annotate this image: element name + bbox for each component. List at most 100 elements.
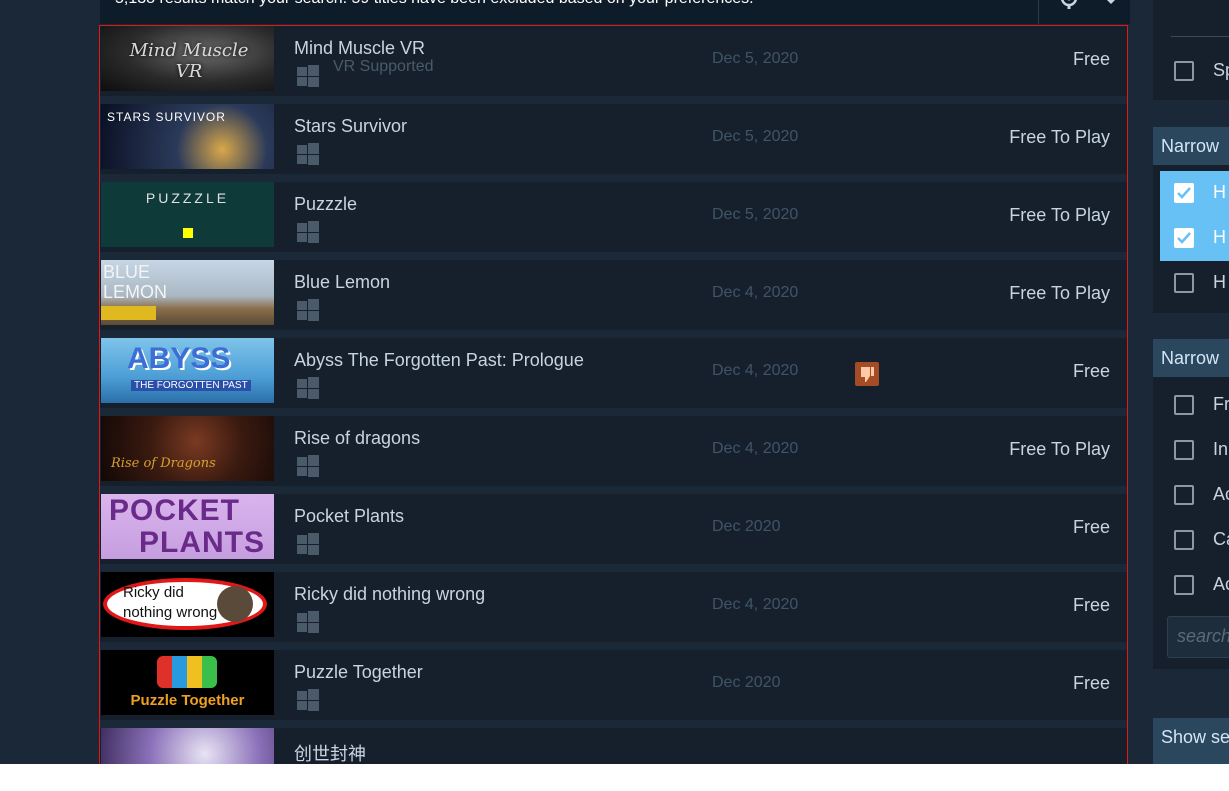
search-result-row[interactable]: Ricky did nothing wrong Ricky did nothin… <box>100 572 1128 642</box>
chevron-down-icon <box>1107 0 1115 4</box>
game-title: Rise of dragons <box>294 428 421 448</box>
game-capsule-image: STARS SURVIVOR <box>101 104 274 169</box>
filter-option-label: Sp <box>1213 60 1229 80</box>
checkbox[interactable] <box>1174 485 1194 505</box>
checkbox-checked[interactable] <box>1174 228 1194 248</box>
filter-option-label: Fr <box>1213 394 1229 414</box>
release-date: Dec 5, 2020 <box>712 128 799 145</box>
filter-option-label: In <box>1213 439 1229 459</box>
search-result-row[interactable]: 创世封神 <box>100 728 1128 764</box>
price: Free <box>1072 517 1110 537</box>
game-capsule-image: Ricky did nothing wrong <box>101 572 274 637</box>
price: Free To Play <box>1009 283 1110 303</box>
search-placeholder: search <box>1177 626 1229 646</box>
filter-option-label: H <box>1213 272 1226 292</box>
release-date: Dec 2020 <box>712 518 781 535</box>
search-summary-bar: 5,138 results match your search. 59 titl… <box>100 0 1130 24</box>
checkbox-checked[interactable] <box>1174 183 1194 203</box>
checkbox[interactable] <box>1174 530 1194 550</box>
checkbox[interactable] <box>1174 395 1194 415</box>
price: Free To Play <box>1009 439 1110 459</box>
narrow-section-header[interactable]: Narrow <box>1153 339 1229 377</box>
price: Free To Play <box>1009 127 1110 147</box>
search-result-count: 5,138 results match your search. 59 titl… <box>115 0 754 8</box>
narrow-header-label: Narrow <box>1161 136 1220 156</box>
search-result-row[interactable]: Rise of Dragons Rise of dragons Dec 4, 2… <box>100 416 1128 486</box>
game-title: Puzzzle <box>294 194 358 214</box>
game-title: Ricky did nothing wrong <box>294 584 486 604</box>
vr-supported-label: VR Supported <box>333 58 434 75</box>
capsule-logo: Ricky did <box>123 584 184 601</box>
game-capsule-image: PUZZZLE <box>101 182 274 247</box>
filter-option-label: H <box>1213 182 1226 202</box>
yellow-block <box>183 228 193 238</box>
game-capsule-image: Puzzle Together <box>101 650 274 715</box>
game-capsule-image: Rise of Dragons <box>101 416 274 481</box>
windows-icon <box>297 377 319 399</box>
capsule-logo: Puzzle Together <box>130 692 245 709</box>
capsule-bus <box>101 306 156 320</box>
show-section-header[interactable]: Show se <box>1153 718 1229 764</box>
checkbox[interactable] <box>1174 440 1194 460</box>
game-title: Abyss The Forgotten Past: Prologue <box>294 350 584 370</box>
filter-option-label: H <box>1213 227 1226 247</box>
narrow-header-label: Narrow <box>1161 348 1220 368</box>
thumbs-down-icon <box>861 367 874 382</box>
store-search-viewport: 5,138 results match your search. 59 titl… <box>0 0 1229 764</box>
windows-icon <box>297 689 319 711</box>
show-section-label: Show se <box>1161 727 1229 747</box>
checkbox[interactable] <box>1174 273 1194 293</box>
search-result-row[interactable]: ABYSS THE FORGOTTEN PAST Abyss The Forgo… <box>100 338 1128 408</box>
capsule-puzzle-pieces <box>157 656 217 688</box>
release-date: Dec 5, 2020 <box>712 206 799 223</box>
gear-icon <box>1060 0 1078 9</box>
game-title: Puzzle Together <box>294 662 423 682</box>
search-result-row[interactable]: BLUE LEMON Blue Lemon Dec 4, 2020 Free T… <box>100 260 1128 330</box>
checkbox[interactable] <box>1174 61 1194 81</box>
release-date: Dec 4, 2020 <box>712 440 799 457</box>
release-date: Dec 4, 2020 <box>712 284 799 301</box>
capsule-avatar <box>217 586 253 622</box>
price: Free <box>1072 673 1110 693</box>
windows-icon <box>297 455 319 477</box>
capsule-logo: BLUE LEMON <box>103 262 168 302</box>
price: Free <box>1072 595 1110 615</box>
windows-icon <box>297 143 319 165</box>
windows-icon <box>297 221 319 243</box>
game-title: 创世封神 <box>294 744 366 764</box>
game-title: Mind Muscle VR <box>294 38 426 58</box>
release-date: Dec 4, 2020 <box>712 596 799 613</box>
search-result-row[interactable]: PUZZZLE Puzzzle Dec 5, 2020 Free To Play <box>100 182 1128 252</box>
windows-icon <box>297 611 319 633</box>
display-options-button[interactable] <box>1038 0 1131 24</box>
filter-option-label: Ca <box>1213 529 1229 549</box>
capsule-subtitle: THE FORGOTTEN PAST <box>131 380 251 391</box>
release-date: Dec 2020 <box>712 674 781 691</box>
windows-icon <box>297 533 319 555</box>
capsule-logo: Mind Muscle VR <box>129 40 249 82</box>
search-result-row[interactable]: Mind Muscle VR Mind Muscle VR VR Support… <box>100 26 1128 96</box>
windows-icon <box>297 65 319 87</box>
check-icon <box>1177 187 1191 199</box>
game-title: Blue Lemon <box>294 272 391 292</box>
narrow-section-header[interactable]: Narrow <box>1153 127 1229 165</box>
capsule-logo-line2: nothing wrong <box>123 604 218 621</box>
checkbox[interactable] <box>1174 575 1194 595</box>
game-capsule-image: Mind Muscle VR <box>101 26 274 91</box>
game-title: Pocket Plants <box>294 506 405 526</box>
capsule-logo: STARS SURVIVOR <box>107 110 226 124</box>
price: Free <box>1072 361 1110 381</box>
search-result-row[interactable]: POCKET PLANTS Pocket Plants Dec 2020 Fre… <box>100 494 1128 564</box>
search-result-row[interactable]: STARS SURVIVOR Stars Survivor Dec 5, 202… <box>100 104 1128 174</box>
page-bottom-strip <box>0 764 1229 791</box>
search-result-row[interactable]: Puzzle Together Puzzle Together Dec 2020… <box>100 650 1128 720</box>
game-capsule-image: ABYSS THE FORGOTTEN PAST <box>101 338 274 403</box>
capsule-logo-line2: PLANTS <box>139 526 265 559</box>
negative-review-badge[interactable] <box>855 362 879 386</box>
sidebar-options-block <box>1153 0 1229 100</box>
windows-icon <box>297 299 319 321</box>
price: Free To Play <box>1009 205 1110 225</box>
tag-search-input[interactable]: search <box>1167 616 1229 658</box>
capsule-logo: ABYSS <box>127 342 231 375</box>
filter-option-label: Ac <box>1213 484 1229 504</box>
